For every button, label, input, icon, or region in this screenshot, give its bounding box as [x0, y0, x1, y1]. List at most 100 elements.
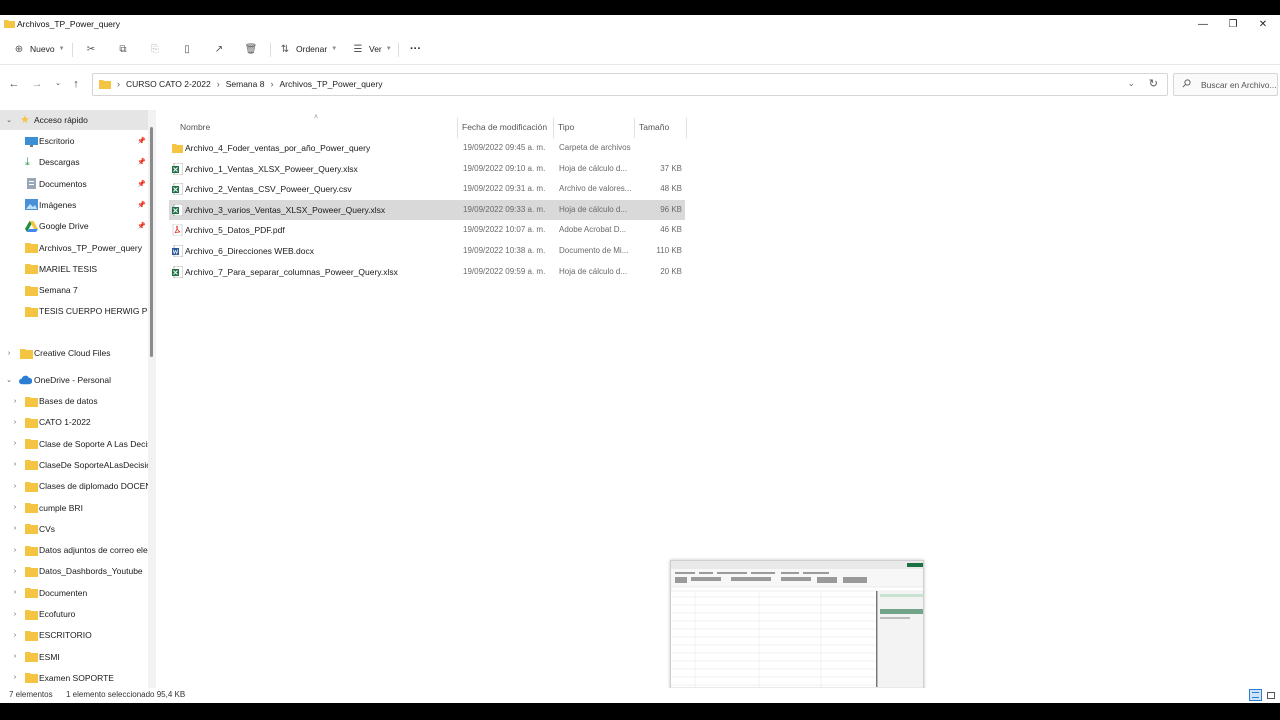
folder-icon	[25, 652, 38, 663]
rename-button[interactable]: ▯	[180, 41, 194, 57]
chevron-right-icon[interactable]: ›	[11, 547, 19, 554]
sidebar-item-cato-1-2022[interactable]: › CATO 1-2022	[0, 412, 148, 432]
chevron-right-icon[interactable]: ›	[11, 483, 19, 490]
folder-icon	[25, 503, 38, 513]
sidebar-item-documentos[interactable]: Documentos 📌	[0, 174, 148, 194]
sidebar-item-documenten[interactable]: › Documenten	[0, 583, 148, 603]
sidebar-item-ecofuturo[interactable]: › Ecofuturo	[0, 604, 148, 624]
sidebar-item-bases-de-datos[interactable]: › Bases de datos	[0, 391, 148, 411]
chevron-right-icon[interactable]: ›	[11, 589, 19, 596]
chevron-right-icon[interactable]: ›	[11, 674, 19, 681]
excel-file-icon	[172, 183, 183, 196]
file-row[interactable]: Archivo_2_Ventas_CSV_Poweer_Query.csv 19/…	[169, 179, 685, 199]
minimize-button[interactable]: —	[1188, 15, 1218, 33]
share-button[interactable]: ↗	[212, 41, 226, 57]
chevron-right-icon[interactable]: ›	[11, 504, 19, 511]
sidebar-item-datos-dashbords-youtube[interactable]: › Datos_Dashbords_Youtube	[0, 561, 148, 581]
new-button[interactable]: ⊕ Nuevo ▼	[12, 41, 65, 57]
copy-button[interactable]: ⧉	[116, 41, 130, 57]
sidebar-item-label: Clases de diplomado DOCENC	[39, 481, 148, 492]
chevron-down-icon[interactable]: ⌄	[5, 376, 13, 384]
chevron-right-icon[interactable]: ›	[11, 398, 19, 405]
recent-locations-button[interactable]: ⌄	[50, 77, 66, 91]
chevron-right-icon[interactable]: ›	[11, 525, 19, 532]
sidebar-item-google-drive[interactable]: Google Drive 📌	[0, 216, 148, 236]
sidebar-item-escritorio[interactable]: Escritorio 📌	[0, 131, 148, 151]
file-row[interactable]: Archivo_3_varios_Ventas_XLSX_Poweer_Quer…	[169, 199, 685, 220]
folder-icon	[25, 396, 38, 407]
file-name: Archivo_4_Foder_ventas_por_año_Power_que…	[185, 143, 371, 153]
sidebar-scrollbar-thumb[interactable]	[150, 127, 153, 357]
sidebar-item-clase-de-soporte-a-las-decisio[interactable]: › Clase de Soporte A Las Decisio	[0, 434, 148, 454]
paste-button[interactable]: ⎘	[148, 41, 162, 57]
minimize-icon: —	[1198, 18, 1208, 30]
chevron-right-icon[interactable]: ›	[5, 350, 13, 357]
chevron-right-icon[interactable]: ›	[11, 440, 19, 447]
forward-button[interactable]: →	[29, 77, 45, 91]
chevron-right-icon[interactable]: ›	[11, 419, 19, 426]
search-box[interactable]: Buscar en Archivo...	[1173, 73, 1278, 96]
sidebar-item-cvs[interactable]: › CVs	[0, 519, 148, 539]
chevron-right-icon[interactable]: ›	[11, 568, 19, 575]
sidebar-item-examen-soporte[interactable]: › Examen SOPORTE	[0, 668, 148, 688]
sidebar-item-tesis-cuerpo-herwig-poley[interactable]: TESIS CUERPO HERWIG POLEY	[0, 301, 148, 321]
column-header-size[interactable]: Tamaño	[639, 122, 669, 132]
address-dropdown-icon[interactable]: ⌄	[1127, 78, 1135, 89]
chevron-right-icon[interactable]: ›	[11, 653, 19, 660]
column-header-date[interactable]: Fecha de modificación	[462, 122, 547, 132]
excel-preview-thumbnail[interactable]	[670, 560, 924, 691]
sidebar-item-datos-adjuntos-de-correo-elect[interactable]: › Datos adjuntos de correo elect	[0, 540, 148, 560]
column-divider[interactable]	[553, 118, 554, 138]
sidebar-item-clases-de-diplomado-docenc[interactable]: › Clases de diplomado DOCENC	[0, 476, 148, 496]
chevron-right-icon[interactable]: ›	[11, 611, 19, 618]
delete-button[interactable]: 🗑	[244, 41, 258, 57]
file-date: 19/09/2022 09:10 a. m.	[463, 163, 546, 173]
details-view-button[interactable]	[1249, 689, 1262, 701]
sidebar-item-im-genes[interactable]: Imágenes 📌	[0, 195, 148, 215]
sidebar-item-creative-cloud[interactable]: › Creative Cloud Files	[0, 343, 148, 363]
search-placeholder: Buscar en Archivo...	[1201, 80, 1277, 90]
sidebar-item-clasede-soportealasdecisione[interactable]: › ClaseDe SoporteALasDecisione	[0, 455, 148, 475]
sidebar-item-mariel-tesis[interactable]: MARIEL TESIS	[0, 259, 148, 279]
up-button[interactable]: ↑	[68, 77, 84, 91]
sidebar-item-descargas[interactable]: ⤓ Descargas 📌	[0, 152, 148, 172]
sort-button[interactable]: ⇅ Ordenar ▼	[278, 41, 337, 57]
file-row[interactable]: Archivo_1_Ventas_XLSX_Poweer_Query.xlsx 1…	[169, 159, 685, 179]
sidebar-item-cumple-bri[interactable]: › cumple BRI	[0, 498, 148, 518]
file-row[interactable]: Archivo_7_Para_separar_columnas_Poweer_Q…	[169, 262, 685, 282]
sidebar-item-quick-access[interactable]: ⌄ ★ Acceso rápido	[0, 110, 148, 130]
large-icons-view-button[interactable]	[1264, 689, 1277, 701]
file-row[interactable]: Archivo_5_Datos_PDF.pdf 19/09/2022 10:07 …	[169, 220, 685, 240]
breadcrumb-item[interactable]: CURSO CATO 2-2022	[126, 79, 211, 89]
file-row[interactable]: Archivo_6_Direcciones WEB.docx 19/09/2022…	[169, 241, 685, 261]
chevron-right-icon[interactable]: ›	[11, 461, 19, 468]
breadcrumb-item[interactable]: Semana 8	[226, 79, 265, 89]
sidebar-item-label: Google Drive	[39, 221, 89, 232]
sidebar-item-archivos-tp-power-query[interactable]: Archivos_TP_Power_query	[0, 238, 148, 258]
sidebar-item-escritorio[interactable]: › ESCRITORIO	[0, 625, 148, 645]
sidebar-item-onedrive[interactable]: ⌄ OneDrive - Personal	[0, 370, 148, 390]
view-icon: ☰	[353, 43, 363, 55]
column-divider[interactable]	[457, 118, 458, 138]
sidebar-item-label: Escritorio	[39, 136, 75, 146]
file-row[interactable]: Archivo_4_Foder_ventas_por_año_Power_que…	[169, 138, 685, 158]
chevron-down-icon[interactable]: ⌄	[5, 116, 13, 124]
chevron-right-icon[interactable]: ›	[11, 632, 19, 639]
sidebar-item-esmi[interactable]: › ESMI	[0, 647, 148, 667]
maximize-button[interactable]: ❐	[1218, 15, 1248, 33]
close-button[interactable]: ✕	[1248, 15, 1278, 33]
sidebar-item-semana-7[interactable]: Semana 7	[0, 280, 148, 300]
column-header-type[interactable]: Tipo	[558, 122, 574, 132]
file-name: Archivo_3_varios_Ventas_XLSX_Poweer_Quer…	[185, 204, 386, 215]
more-options-button[interactable]: ···	[410, 41, 421, 57]
column-header-name[interactable]: Nombre	[180, 122, 210, 132]
cut-button[interactable]: ✂	[84, 41, 98, 57]
command-bar: ⊕ Nuevo ▼ ✂ ⧉ ⎘ ▯ ↗ 🗑 ⇅ Ordenar ▼ ☰ Ver …	[0, 33, 1280, 65]
address-bar[interactable]: › CURSO CATO 2-2022 › Semana 8 › Archivo…	[92, 73, 1168, 96]
back-button[interactable]: ←	[6, 77, 22, 91]
column-divider[interactable]	[686, 118, 687, 138]
breadcrumb-item[interactable]: Archivos_TP_Power_query	[279, 79, 382, 89]
view-button[interactable]: ☰ Ver ▼	[351, 41, 392, 57]
refresh-icon[interactable]: ↻	[1149, 77, 1158, 90]
column-divider[interactable]	[634, 118, 635, 138]
